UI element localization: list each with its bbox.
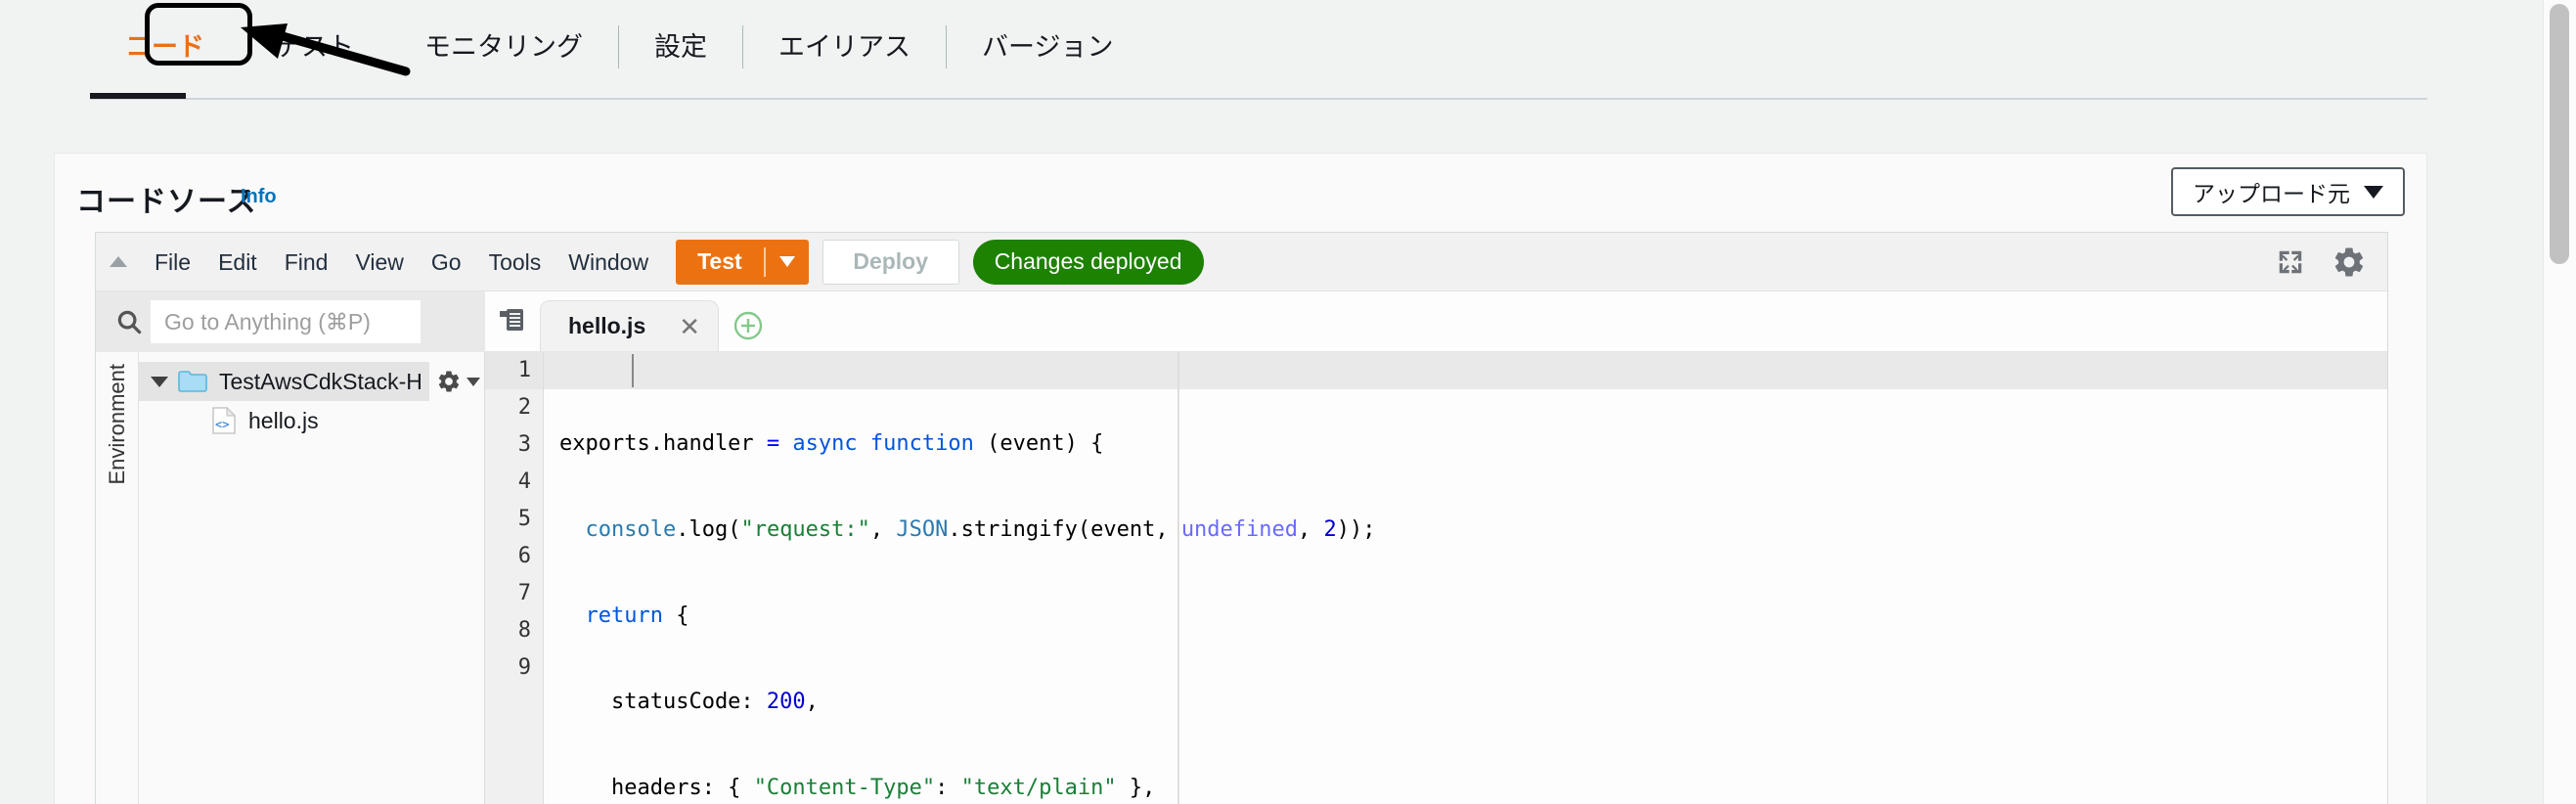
environment-side-tab[interactable]: Environment: [96, 352, 139, 804]
tree-item-folder[interactable]: TestAwsCdkStack-H: [139, 362, 480, 401]
info-link[interactable]: Info: [241, 186, 277, 208]
active-tab-underline: [90, 93, 186, 99]
chevron-down-icon: [2364, 185, 2383, 199]
code-content[interactable]: exports.handler = async function (event)…: [559, 352, 2387, 804]
js-file-icon: <>: [211, 406, 237, 435]
line-number-gutter: 1 2 3 4 5 6 7 8 9: [485, 352, 544, 804]
explorer-panel: Environment TestAwsCdkStack-H: [96, 291, 485, 804]
page-scrollbar-thumb[interactable]: [2550, 4, 2569, 264]
ide-menubar: File Edit Find View Go Tools Window Test…: [96, 233, 2387, 291]
editor-panel: hello.js ✕ 1 2 3 4 5 6 7 8 9 exports.han…: [485, 291, 2387, 804]
lambda-function-tabbar: コード テスト モニタリング 設定 エイリアス バージョン: [0, 0, 2509, 100]
line-number: 8: [517, 618, 531, 643]
menu-edit[interactable]: Edit: [204, 233, 271, 291]
file-tree: TestAwsCdkStack-H <> hello.js: [139, 352, 485, 804]
tree-item-file[interactable]: <> hello.js: [139, 401, 484, 440]
chevron-down-icon[interactable]: [151, 376, 168, 387]
ide-menubar-actions: [2264, 236, 2387, 289]
triangle-up-icon: [110, 256, 127, 267]
gear-icon: [438, 371, 460, 392]
plus-circle-icon: [733, 311, 763, 340]
tab-list: コード テスト モニタリング 設定 エイリアス バージョン: [90, 0, 1148, 94]
editor-tab-label: hello.js: [568, 313, 646, 338]
chevron-down-icon: [778, 256, 795, 267]
search-input[interactable]: [151, 300, 421, 343]
tab-versions[interactable]: バージョン: [947, 0, 1148, 94]
line-number: 2: [517, 395, 531, 420]
code-line-3: return {: [585, 603, 689, 628]
line-number: 9: [517, 655, 531, 680]
settings-button[interactable]: [2323, 236, 2376, 289]
tree-item-label: hello.js: [248, 407, 319, 433]
code-line-1: exports.handler = async function (event)…: [559, 431, 1104, 456]
collapse-menu-button[interactable]: [96, 256, 141, 267]
menu-file[interactable]: File: [141, 233, 204, 291]
text-cursor: [632, 354, 634, 387]
tree-item-menu[interactable]: [436, 369, 480, 394]
file-tree-area: Environment TestAwsCdkStack-H <> hello.j…: [96, 352, 485, 804]
tab-code[interactable]: コード: [90, 0, 240, 94]
page-right-margin: [2525, 0, 2543, 804]
menu-tools[interactable]: Tools: [475, 233, 555, 291]
line-number: 1: [485, 352, 543, 389]
search-icon: [117, 310, 142, 335]
menu-go[interactable]: Go: [418, 233, 475, 291]
tree-item-label: TestAwsCdkStack-H: [219, 368, 422, 394]
test-button[interactable]: Test: [676, 239, 809, 285]
code-line-4: statusCode: 200,: [559, 690, 819, 714]
line-number: 7: [517, 581, 531, 605]
editor-tab-hello-js[interactable]: hello.js ✕: [540, 300, 720, 351]
tab-configuration[interactable]: 設定: [619, 0, 742, 94]
menu-find[interactable]: Find: [271, 233, 342, 291]
tab-test[interactable]: テスト: [240, 0, 389, 94]
tab-list-button[interactable]: [485, 290, 540, 351]
upload-from-label: アップロード元: [2193, 181, 2350, 206]
test-button-dropdown[interactable]: [766, 240, 809, 285]
editor-tabbar: hello.js ✕: [485, 291, 2387, 352]
close-icon[interactable]: ✕: [679, 314, 700, 339]
tabbar-rule: [90, 98, 2427, 100]
document-list-icon: [500, 309, 523, 331]
line-number: 3: [517, 432, 531, 457]
status-badge: Changes deployed: [972, 239, 1204, 285]
search-icon-wrap[interactable]: [108, 307, 151, 336]
code-editor[interactable]: 1 2 3 4 5 6 7 8 9 exports.handler = asyn…: [485, 352, 2387, 804]
code-line-2: console.log("request:", JSON.stringify(e…: [585, 517, 1376, 542]
page-root: コード テスト モニタリング 設定 エイリアス バージョン コードソース Inf…: [0, 0, 2576, 804]
cloud9-ide: File Edit Find View Go Tools Window Test…: [95, 232, 2388, 804]
card-header: コードソース Info アップロード元: [55, 154, 2426, 230]
menu-window[interactable]: Window: [555, 233, 662, 291]
page-scrollbar[interactable]: [2543, 0, 2576, 804]
line-number: 4: [517, 469, 531, 494]
new-tab-button[interactable]: [719, 300, 777, 351]
menu-view[interactable]: View: [341, 233, 417, 291]
svg-text:<>: <>: [215, 418, 229, 431]
tab-monitoring[interactable]: モニタリング: [389, 0, 618, 94]
folder-icon: [178, 369, 207, 394]
explorer-search-row: [96, 291, 485, 352]
code-source-card: コードソース Info アップロード元 File Edit Find View …: [54, 153, 2427, 804]
environment-side-tab-label: Environment: [104, 364, 129, 485]
expand-icon: [2279, 250, 2302, 273]
test-button-label: Test: [697, 248, 742, 274]
upload-from-button[interactable]: アップロード元: [2171, 167, 2405, 216]
line-number: 6: [517, 544, 531, 568]
code-line-5: headers: { "Content-Type": "text/plain" …: [559, 776, 1156, 800]
ide-body: Environment TestAwsCdkStack-H: [96, 291, 2387, 804]
gear-icon: [2334, 247, 2364, 276]
line-number: 5: [517, 507, 531, 531]
deploy-button[interactable]: Deploy: [822, 239, 959, 285]
page-title: コードソース: [76, 186, 257, 218]
fullscreen-button[interactable]: [2264, 236, 2317, 289]
chevron-down-icon: [466, 377, 480, 386]
tab-aliases[interactable]: エイリアス: [743, 0, 946, 94]
